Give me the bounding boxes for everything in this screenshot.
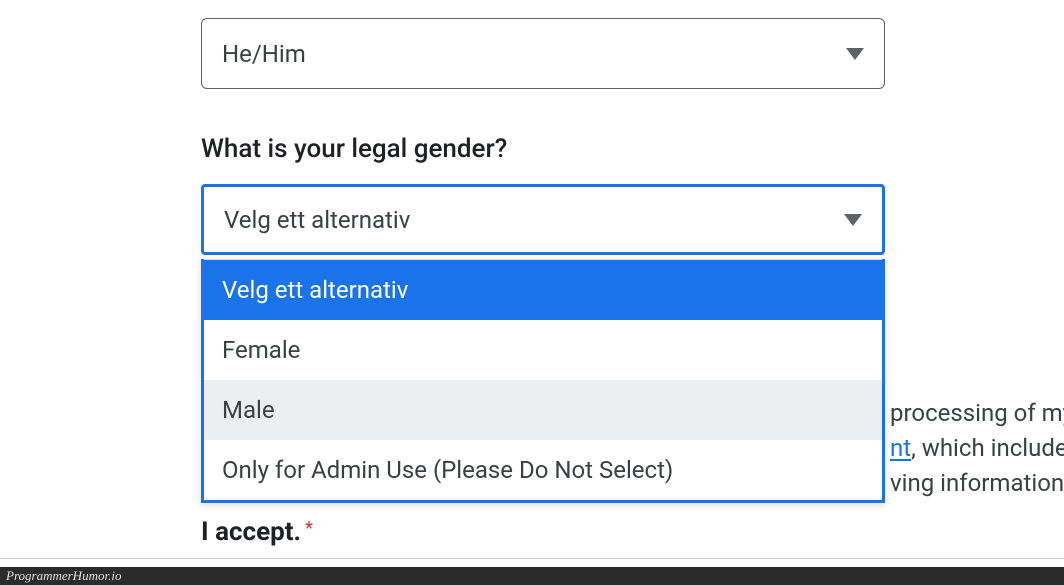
chevron-down-icon [846, 48, 864, 60]
dropdown-option[interactable]: Male [204, 380, 882, 440]
chevron-down-icon [844, 214, 862, 226]
legal-gender-select-value: Velg ett alternativ [224, 206, 844, 234]
consent-link-fragment[interactable]: nt [890, 434, 911, 462]
dropdown-option[interactable]: Female [204, 320, 882, 380]
pronoun-select[interactable]: He/Him [201, 18, 885, 89]
divider [0, 558, 1064, 559]
consent-text-fragment: processing of my nt, which includes ving… [890, 396, 1064, 500]
dropdown-option[interactable]: Velg ett alternativ [204, 260, 882, 320]
consent-line-1: processing of my [890, 396, 1064, 431]
accept-label-fragment: I accept.* [201, 517, 313, 547]
dropdown-option[interactable]: Only for Admin Use (Please Do Not Select… [204, 440, 882, 500]
pronoun-select-value: He/Him [222, 40, 846, 68]
legal-gender-label: What is your legal gender? [201, 134, 1064, 164]
legal-gender-select[interactable]: Velg ett alternativ [201, 184, 885, 255]
consent-line-3: ving information [890, 466, 1064, 501]
form-area: He/Him What is your legal gender? Velg e… [0, 0, 1064, 255]
legal-gender-dropdown: Velg ett alternativFemaleMaleOnly for Ad… [201, 259, 885, 503]
consent-line-2-rest: , which includes [911, 434, 1064, 462]
footer-watermark: ProgrammerHumor.io [0, 567, 1064, 585]
required-asterisk: * [305, 518, 313, 539]
